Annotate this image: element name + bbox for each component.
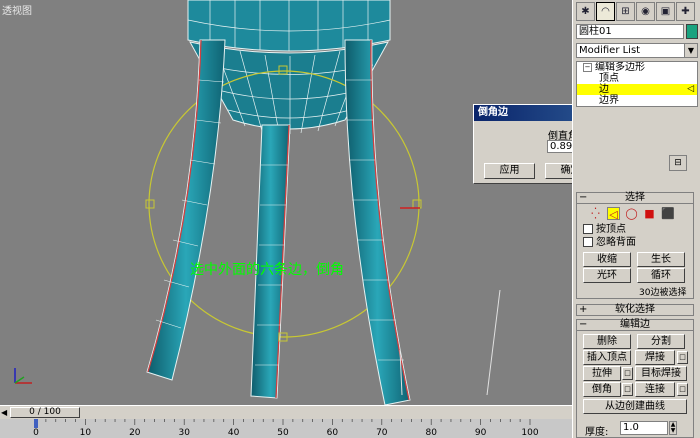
motion-tab-icon[interactable]: ◉ [636, 2, 655, 21]
perspective-viewport[interactable]: 透视图 选中外面的六条边，倒角 [0, 0, 572, 405]
element-mode-icon[interactable]: ⬛ [661, 207, 675, 220]
track-bar[interactable]: 0 10 20 30 40 50 60 70 80 90 100 [0, 419, 572, 438]
timeline-ruler: 0 10 20 30 40 50 60 70 80 90 100 [33, 419, 539, 438]
stack-item-edit-poly[interactable]: − 编辑多边形 [577, 62, 697, 73]
ruler-tick-label: 10 [80, 428, 92, 438]
display-tab-icon[interactable]: ▣ [656, 2, 675, 21]
command-panel: ✱ ◠ ⊞ ◉ ▣ ✚ 圆柱01 Modifier List ▼ − 编辑多边形 … [572, 0, 700, 438]
ruler-tick-label: 50 [277, 428, 289, 438]
vertex-mode-icon[interactable]: ⁛ [589, 207, 602, 220]
chamfer-button[interactable]: 倒角 [583, 382, 621, 397]
ignore-backfacing-checkbox[interactable]: 忽略背面 [583, 237, 636, 249]
collapse-icon[interactable]: − [583, 62, 592, 72]
arrow-left-icon[interactable]: ◀ [1, 408, 7, 417]
ruler-tick-label: 60 [327, 428, 339, 438]
time-slider-bar: ◀ 0 / 100 [0, 405, 572, 420]
dialog-title: 倒角边 [478, 107, 508, 118]
modify-tab-icon[interactable]: ◠ [596, 2, 615, 21]
grow-button[interactable]: 生长 [637, 252, 685, 267]
polygon-mode-icon[interactable]: ■ [643, 207, 656, 220]
configure-sets-icon[interactable]: ⊟ [669, 155, 687, 171]
extrude-button[interactable]: 拉伸 [583, 366, 621, 381]
modifier-stack: − 编辑多边形 顶点 边 ◁ 边界 [576, 61, 698, 107]
time-slider[interactable]: 0 / 100 [10, 407, 80, 418]
chevron-down-icon[interactable]: ▼ [684, 44, 697, 57]
modifier-list-label: Modifier List [579, 45, 641, 56]
weld-settings-icon[interactable]: □ [677, 351, 688, 364]
extrude-settings-icon[interactable]: □ [622, 367, 633, 380]
world-axis-icon [14, 368, 32, 384]
target-weld-button[interactable]: 目标焊接 [635, 366, 687, 381]
ruler-tick-label: 100 [521, 428, 538, 438]
connect-settings-icon[interactable]: □ [677, 383, 688, 396]
annotation-text: 选中外面的六条边，倒角 [190, 262, 344, 278]
by-vertex-checkbox[interactable]: 按顶点 [583, 224, 626, 236]
soft-selection-rollout-header[interactable]: + 软化选择 [576, 304, 694, 316]
stack-item-edge[interactable]: 边 ◁ [577, 84, 697, 95]
current-frame-marker[interactable] [34, 419, 38, 428]
viewport-label[interactable]: 透视图 [2, 2, 32, 17]
border-mode-icon[interactable]: ◯ [625, 207, 638, 220]
ruler-tick-label: 30 [178, 428, 190, 438]
split-button[interactable]: 分割 [637, 334, 685, 349]
stack-item-vertex[interactable]: 顶点 [577, 73, 697, 84]
pivot-axis [397, 160, 420, 210]
thickness-label: 厚度: [585, 427, 609, 438]
subobject-icons: ⁛ ◁ ◯ ■ ⬛ [589, 207, 675, 221]
edge-mode-icon[interactable]: ◁ [607, 207, 620, 221]
create-tab-icon[interactable]: ✱ [576, 2, 595, 21]
utilities-tab-icon[interactable]: ✚ [676, 2, 695, 21]
insert-vertex-button[interactable]: 插入顶点 [583, 350, 631, 365]
leg-left [146, 39, 226, 381]
scene-lines [399, 289, 501, 396]
create-shape-button[interactable]: 从边创建曲线 [583, 399, 687, 414]
thickness-input[interactable]: 1.0 [620, 421, 668, 435]
object-color-swatch[interactable] [686, 24, 698, 39]
ruler-tick-label: 80 [425, 428, 437, 438]
remove-button[interactable]: 删除 [583, 334, 631, 349]
ring-button[interactable]: 光环 [583, 268, 631, 283]
selection-info: 30边被选择 [639, 288, 687, 298]
weld-button[interactable]: 焊接 [635, 350, 675, 365]
chamfer-settings-icon[interactable]: □ [622, 383, 633, 396]
stack-item-border[interactable]: 边界 [577, 95, 697, 106]
ruler-tick-label: 70 [376, 428, 388, 438]
ruler-tick-label: 90 [475, 428, 487, 438]
apply-button[interactable]: 应用 [484, 163, 535, 179]
panel-tabs: ✱ ◠ ⊞ ◉ ▣ ✚ [576, 2, 698, 22]
modifier-list-dropdown[interactable]: Modifier List ▼ [576, 43, 698, 58]
hierarchy-tab-icon[interactable]: ⊞ [616, 2, 635, 21]
loop-button[interactable]: 循环 [637, 268, 685, 283]
thickness-spinner[interactable]: ▲ ▼ [669, 421, 677, 435]
connect-button[interactable]: 连接 [635, 382, 675, 397]
ruler-tick-label: 40 [228, 428, 240, 438]
ruler-tick-label: 0 [33, 428, 39, 438]
edge-subobject-icon: ◁ [687, 84, 694, 94]
object-name-field[interactable]: 圆柱01 [576, 24, 684, 39]
shrink-button[interactable]: 收缩 [583, 252, 631, 267]
ruler-tick-label: 20 [129, 428, 141, 438]
viewport-scene [14, 0, 501, 405]
